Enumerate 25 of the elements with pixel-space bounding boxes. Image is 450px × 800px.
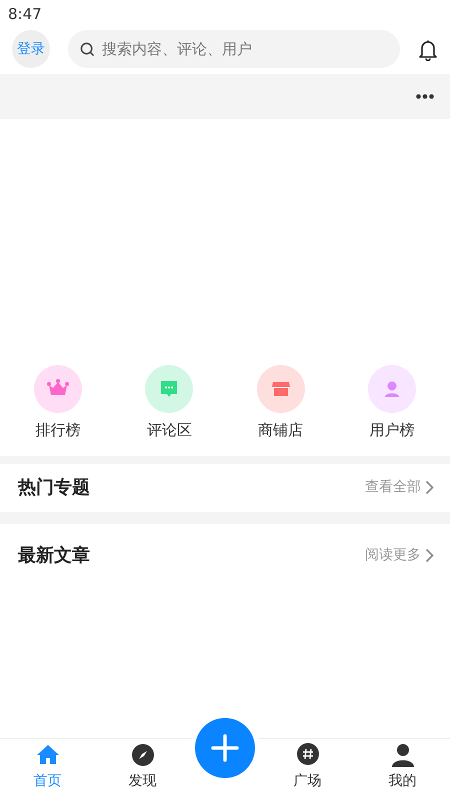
notification-bell-icon[interactable]: [418, 38, 438, 61]
section-title: 热门专题: [18, 476, 90, 500]
search-icon: [80, 42, 95, 57]
shortcut-icon-circle[interactable]: [256, 365, 305, 413]
shortcut-icon-circle[interactable]: [34, 365, 82, 413]
shortcut-label[interactable]: 用户榜: [369, 419, 414, 442]
chevron-right-icon: [425, 480, 434, 495]
shortcut-label[interactable]: 商铺店: [258, 419, 304, 442]
search-field[interactable]: 搜索内容、评论、用户: [68, 30, 400, 68]
section-title: 最新文章: [18, 544, 90, 568]
compass-icon: [130, 743, 156, 767]
shortcut-label[interactable]: 评论区: [146, 419, 192, 442]
hashtag-icon: [294, 743, 320, 767]
nav-tab[interactable]: 广场: [260, 739, 355, 792]
chevron-right-icon: [425, 548, 434, 562]
shortcut-icon-circle[interactable]: [368, 365, 416, 413]
status-time: 8:47: [8, 5, 42, 23]
nav-tab[interactable]: 我的: [355, 739, 450, 792]
home-icon: [34, 743, 60, 767]
nav-tab[interactable]: 发现: [95, 739, 190, 792]
person-icon: [390, 743, 416, 767]
shortcut-icon-circle[interactable]: [145, 365, 194, 413]
plus-icon: [211, 734, 239, 762]
more-icon[interactable]: [416, 94, 434, 99]
shortcut-label[interactable]: 排行榜: [36, 419, 80, 442]
